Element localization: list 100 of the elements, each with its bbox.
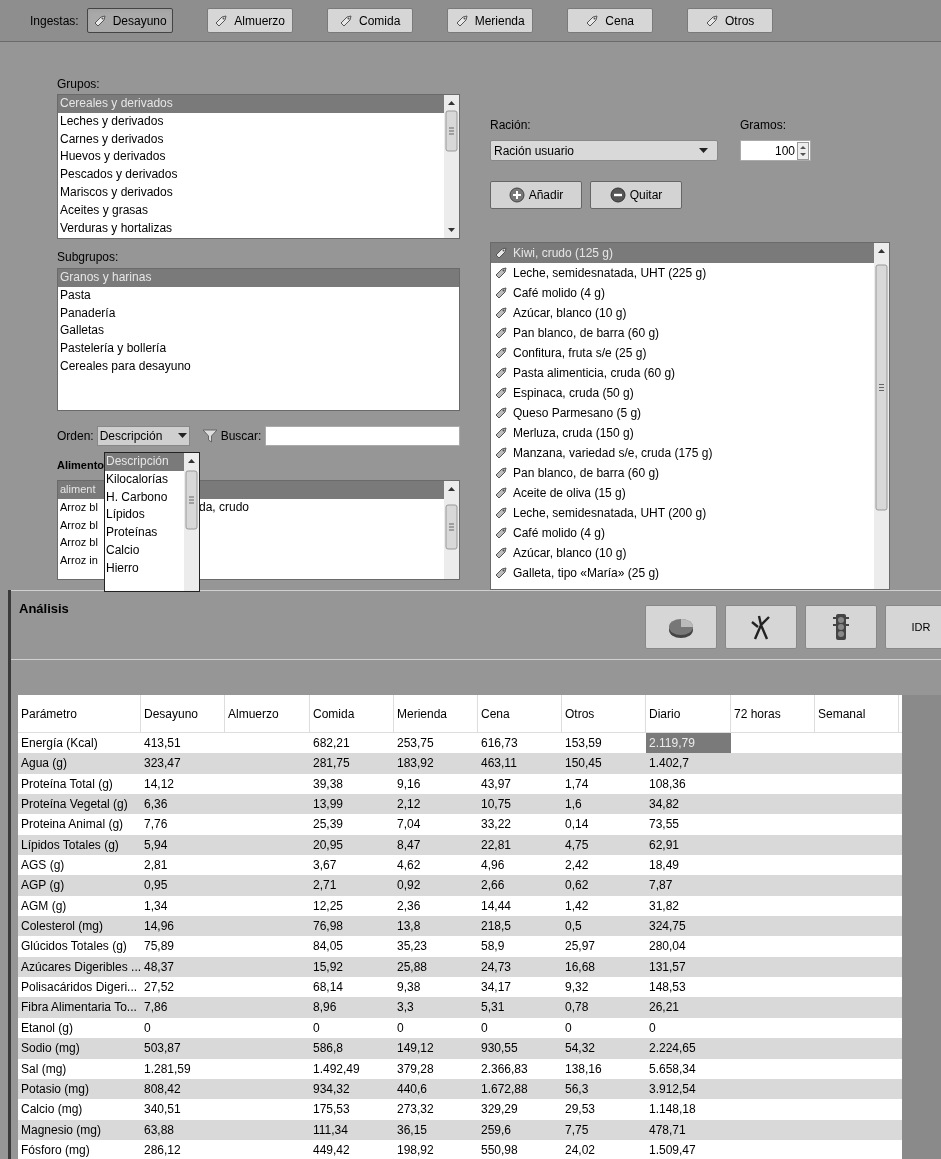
list-item[interactable]: Queso Parmesano (5 g) bbox=[491, 402, 874, 423]
list-item[interactable]: Galletas bbox=[58, 322, 459, 341]
table-cell-text: 153,59 bbox=[564, 735, 603, 752]
list-item[interactable]: Granos y harinas bbox=[58, 269, 459, 287]
table-cell-text: 3,67 bbox=[312, 857, 338, 875]
list-item[interactable]: Kiwi, crudo (125 g) bbox=[491, 242, 874, 263]
table-cell-text: 183,92 bbox=[396, 755, 435, 773]
list-item[interactable]: Mariscos y derivados bbox=[58, 184, 444, 202]
list-item[interactable]: Pastelería y bollería bbox=[58, 340, 459, 358]
list-item[interactable]: Leche, semidesnatada, UHT (225 g) bbox=[491, 262, 874, 283]
column-header[interactable]: Semanal bbox=[815, 695, 899, 732]
table-cell-text: 934,32 bbox=[312, 1080, 351, 1098]
column-header[interactable]: Diario bbox=[646, 695, 731, 732]
tag-icon bbox=[585, 13, 600, 28]
list-item[interactable]: Pan blanco, de barra (60 g) bbox=[491, 322, 874, 343]
list-item[interactable]: Arroz bl bbox=[58, 516, 102, 535]
meal-button[interactable]: Almuerzo bbox=[206, 8, 293, 33]
field-label: Buscar: bbox=[220, 428, 262, 445]
list-item[interactable]: Panadería bbox=[58, 304, 459, 323]
table-cell-text: 2,36 bbox=[396, 897, 422, 915]
table-cell-text: 2,71 bbox=[312, 877, 338, 895]
list-item[interactable]: Pescados y derivados bbox=[58, 166, 444, 184]
table-cell-text: 26,21 bbox=[648, 999, 681, 1017]
meal-button[interactable]: Comida bbox=[326, 8, 413, 33]
order-dropdown[interactable]: Descripción bbox=[96, 426, 190, 446]
table-cell-text: Etanol (g) bbox=[20, 1019, 75, 1037]
portion-dropdown[interactable]: Ración usuario bbox=[490, 140, 718, 161]
menu-item[interactable]: Descripción bbox=[105, 453, 184, 471]
table-cell-text: 16,68 bbox=[564, 958, 597, 976]
idr-button[interactable]: IDR bbox=[885, 605, 941, 649]
column-header[interactable]: 72 horas bbox=[731, 695, 815, 732]
tag-icon bbox=[494, 265, 508, 280]
table-cell-text: 131,57 bbox=[648, 958, 687, 976]
menu-item[interactable]: Proteínas bbox=[105, 524, 184, 542]
list-item[interactable]: Café molido (4 g) bbox=[491, 522, 874, 543]
table-cell-text: Energía (Kcal) bbox=[20, 735, 99, 752]
table-cell-text: 1,74 bbox=[564, 775, 590, 793]
table-cell-text: 25,97 bbox=[564, 938, 597, 956]
table-cell-text: 111,34 bbox=[312, 1121, 349, 1139]
list-item[interactable]: Verduras y hortalizas bbox=[58, 219, 444, 238]
remove-button[interactable]: Quitar bbox=[590, 180, 682, 209]
table-cell-text: Proteina Animal (g) bbox=[20, 816, 125, 834]
list-item[interactable]: Galleta, tipo «María» (25 g) bbox=[491, 562, 874, 583]
table-cell-text: 0 bbox=[648, 1019, 657, 1037]
table-cell-text: 150,45 bbox=[564, 755, 603, 773]
table-cell-text: 9,38 bbox=[396, 979, 422, 997]
list-item[interactable]: Carnes y derivados bbox=[58, 130, 444, 149]
table-cell-text: 4,75 bbox=[564, 836, 590, 854]
table-cell-text: 1.402,7 bbox=[648, 755, 691, 773]
column-header[interactable]: Desayuno bbox=[141, 695, 225, 732]
list-item[interactable]: Arroz in bbox=[58, 552, 102, 570]
column-header[interactable]: Comida bbox=[310, 695, 394, 732]
table-cell-text: 108,36 bbox=[648, 775, 687, 793]
list-item[interactable]: Espinaca, cruda (50 g) bbox=[491, 382, 874, 403]
meal-button[interactable]: Cena bbox=[566, 8, 653, 33]
column-header[interactable]: Merienda bbox=[394, 695, 478, 732]
list-item[interactable]: Leches y derivados bbox=[58, 112, 444, 131]
traffic-light-button[interactable] bbox=[805, 605, 877, 649]
list-item[interactable]: Cereales para desayuno bbox=[58, 358, 459, 376]
column-header[interactable]: Parámetro bbox=[18, 695, 141, 732]
list-item[interactable]: Arroz bl bbox=[58, 534, 102, 553]
menu-item[interactable]: Hierro bbox=[105, 559, 184, 578]
list-item[interactable]: Azúcar, blanco (10 g) bbox=[491, 302, 874, 323]
chart-button[interactable] bbox=[645, 605, 717, 649]
list-item[interactable]: Confitura, fruta s/e (25 g) bbox=[491, 342, 874, 363]
list-item[interactable]: Pasta bbox=[58, 286, 459, 305]
tag-icon bbox=[494, 525, 508, 540]
caret-icon bbox=[177, 433, 187, 439]
meal-button[interactable]: Otros bbox=[686, 8, 773, 33]
table-cell-text: 616,73 bbox=[480, 735, 519, 752]
list-item[interactable]: Merluza, cruda (150 g) bbox=[491, 422, 874, 443]
list-item[interactable]: Pan blanco, de barra (60 g) bbox=[491, 462, 874, 483]
column-header[interactable]: Otros bbox=[562, 695, 646, 732]
list-item[interactable]: Leche, semidesnatada, UHT (200 g) bbox=[491, 502, 874, 523]
table-cell-text: 1.492,49 bbox=[312, 1060, 361, 1078]
menu-item[interactable]: Lípidos bbox=[105, 506, 184, 525]
list-item[interactable]: Azúcar, blanco (10 g) bbox=[491, 542, 874, 563]
figure-button[interactable] bbox=[725, 605, 797, 649]
meal-button[interactable]: Merienda bbox=[446, 8, 533, 33]
grams-spinbox[interactable]: 100 bbox=[740, 140, 811, 161]
meal-button[interactable]: Desayuno bbox=[86, 8, 173, 33]
filter-icon bbox=[201, 428, 218, 444]
table-cell-text: 7,87 bbox=[648, 877, 674, 895]
list-item[interactable]: Aceites y grasas bbox=[58, 201, 444, 220]
list-item[interactable]: Pasta alimenticia, cruda (60 g) bbox=[491, 362, 874, 383]
table-cell-text: 12,25 bbox=[312, 897, 345, 915]
table-cell-text: 218,5 bbox=[480, 918, 513, 936]
list-item[interactable]: Café molido (4 g) bbox=[491, 282, 874, 303]
column-header[interactable]: Cena bbox=[478, 695, 562, 732]
menu-item[interactable]: Calcio bbox=[105, 542, 184, 560]
table-cell-text: 7,04 bbox=[396, 816, 422, 834]
add-button[interactable]: Añadir bbox=[490, 180, 582, 209]
list-item[interactable]: Aceite de oliva (15 g) bbox=[491, 482, 874, 503]
list-item[interactable]: Manzana, variedad s/e, cruda (175 g) bbox=[491, 442, 874, 463]
list-item[interactable]: Huevos y derivados bbox=[58, 148, 444, 167]
table-cell: 2.119,79 bbox=[646, 733, 731, 754]
search-field[interactable] bbox=[265, 426, 460, 446]
column-header[interactable]: Almuerzo bbox=[225, 695, 310, 732]
list-item[interactable]: Cereales y derivados bbox=[58, 95, 444, 113]
table-cell-text: 34,82 bbox=[648, 796, 681, 814]
